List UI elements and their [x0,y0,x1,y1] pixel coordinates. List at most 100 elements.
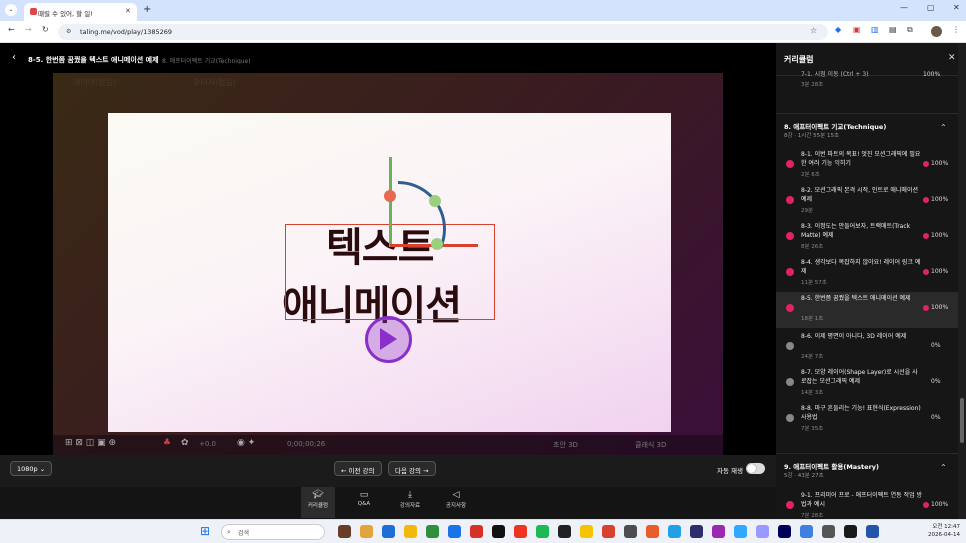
taskbar-app-icon[interactable] [690,525,703,538]
lesson-item[interactable]: 8-1. 이번 파트의 목표! 멋진 모션그래픽에 필요한 여러 기능 익히기 2… [776,148,958,184]
progress-dot [923,197,929,203]
lesson-item[interactable]: 8-2. 모션그래픽 본격 시작, 인트로 애니메이션 예제 29분 100% [776,184,958,220]
video-player[interactable]: 레이어(없음) 부터지(없음) ⊞ ⊠ ◫ ▣ ⊕ ♣ ✿ +0.0 ◉ ✦ 0… [0,73,776,455]
bookmark-star-icon[interactable]: ☆ [810,26,817,35]
taskbar-app-icon[interactable] [536,525,549,538]
quality-select[interactable]: 1080p ⌄ [10,461,53,476]
system-clock[interactable]: 오전 12:47 2026-04-14 [918,523,960,539]
extension-icon[interactable]: ▤ [889,25,897,34]
chevron-up-icon[interactable]: ⌃ [940,463,947,472]
taskbar-app-icon[interactable] [866,525,879,538]
taskbar-app-icon[interactable] [360,525,373,538]
gizmo-handle [429,195,441,207]
lesson-item[interactable]: 8-7. 모양 레이어(Shape Layer)로 시선을 사로잡는 모션그래픽… [776,366,958,402]
scrollbar-thumb[interactable] [960,398,964,443]
sidebar-scrollbar[interactable] [958,43,966,519]
section-meta: 5강 · 43분 27초 [784,473,824,479]
browser-tab[interactable]: 때릴 수 있어, 할 일! ✕ [24,3,137,21]
section-header[interactable]: 8. 애프터이펙트 기교(Technique) 8강 · 1시간 55분 15초… [776,113,958,143]
taskbar-app-icon[interactable] [668,525,681,538]
browser-menu-icon[interactable]: ⋮ [952,25,960,34]
taskbar-app-icon[interactable] [734,525,747,538]
taskbar-app-icon[interactable] [800,525,813,538]
new-tab-button[interactable]: + [143,4,151,15]
tab-search-icon[interactable]: ⌄ [5,4,17,16]
lesson-item[interactable]: 8-3. 이정도는 만들어보자, 트랙매트(Track Matte) 예제 8분 … [776,220,958,256]
lesson-duration: 11분 57초 [801,280,827,286]
prev-lecture-button[interactable]: ← 이전 강의 [334,461,382,476]
taskbar-app-icon[interactable] [756,525,769,538]
extension-icon[interactable]: ▣ [853,25,861,34]
graduation-cap-icon: 🎓︎ [312,490,324,500]
taskbar-app-icon[interactable] [426,525,439,538]
play-circle-icon [786,378,794,386]
tab-close-icon[interactable]: ✕ [125,7,131,15]
taskbar-app-icon[interactable] [338,525,351,538]
tab-curriculum[interactable]: 🎓︎ 커리큘럼 [301,487,335,518]
extension-icon[interactable]: ◆ [835,25,841,34]
taskbar-app-icon[interactable] [382,525,395,538]
taskbar-app-icon[interactable] [646,525,659,538]
lesson-duration: 18분 1초 [801,316,824,322]
lesson-item[interactable]: 8-5. 한번쯤 꿈꿨을 텍스트 애니메이션 예제 18분 1초 100% [776,292,958,328]
lesson-duration: 29분 [801,208,814,214]
lesson-progress: 100% [923,304,948,311]
taskbar-app-icon[interactable] [624,525,637,538]
taskbar-app-icon[interactable] [448,525,461,538]
maximize-button[interactable]: ▢ [927,3,935,12]
taskbar-app-icon[interactable] [580,525,593,538]
taskbar-app-icon[interactable] [602,525,615,538]
lesson-item[interactable]: 9-1. 프리미어 프로 - 애프터이펙트 연동 작업 방법과 예시 7분 28… [776,489,958,519]
taskbar-app-icon[interactable] [844,525,857,538]
taskbar-app-icon[interactable] [712,525,725,538]
lesson-item[interactable]: 8-4. 생각보다 복잡하지 않아요! 레이어 링크 예제 11분 57초 100% [776,256,958,292]
start-button[interactable]: ⊞ [200,524,210,538]
minimize-button[interactable]: — [900,3,908,12]
search-icon: ⌕ [227,528,231,536]
tab-label: 강의자료 [399,503,421,509]
ae-renderer: 초안 3D [553,441,578,449]
tab-qna[interactable]: ▭ Q&A [347,487,381,518]
taskbar-app-icon[interactable] [470,525,483,538]
autoplay-toggle[interactable] [746,463,765,474]
lesson-title: 8-1. 이번 파트의 목표! 멋진 모션그래픽에 필요한 여러 기능 익히기 [801,151,921,167]
taskbar-app-icon[interactable] [778,525,791,538]
lesson-item[interactable]: 8-8. 마구 흔들리는 기능! 표현식(Expression) 사용법 7분 3… [776,402,958,438]
lesson-progress: 0% [931,414,941,421]
extension-icon[interactable]: ▥ [871,25,879,34]
close-window-button[interactable]: ✕ [953,3,960,12]
tab-materials[interactable]: ⤓ 강의자료 [393,487,427,518]
section-header[interactable]: 9. 애프터이펙트 활용(Mastery) 5강 · 43분 27초 ⌃ [776,453,958,483]
taskbar-app-icon[interactable] [404,525,417,538]
tab-label: Q&A [357,501,371,507]
site-info-icon[interactable]: ⚙ [66,28,71,35]
back-icon[interactable]: ← [8,25,15,34]
search-placeholder: 검색 [238,530,250,537]
address-bar[interactable]: ⚙ taling.me/vod/play/1385269 ☆ [58,24,828,40]
sidebar-title: 커리큘럼 [784,55,814,64]
player-controls: 1080p ⌄ ← 이전 강의 다음 강의 → 자동 재생 [0,455,776,487]
lesson-item[interactable]: 8-6. 이제 평면이 아니다, 3D 레이어 예제 24분 7초 0% [776,330,958,366]
taskbar-app-icon[interactable] [822,525,835,538]
profile-avatar[interactable] [931,26,942,37]
progress-dot [923,502,929,508]
progress-dot [923,305,929,311]
ae-viewer-toolbar: ⊞ ⊠ ◫ ▣ ⊕ ♣ ✿ +0.0 ◉ ✦ 0;00;00;26 초안 3D … [53,435,723,455]
tab-notices[interactable]: ◁ 공지사항 [439,487,473,518]
taskbar-app-icon[interactable] [492,525,505,538]
chevron-up-icon[interactable]: ⌃ [940,123,947,132]
taskbar-search[interactable]: ⌕ 검색 [221,524,325,540]
taskbar-app-icon[interactable] [558,525,571,538]
back-arrow-icon[interactable]: ‹ [12,52,16,63]
next-lecture-button[interactable]: 다음 강의 → [388,461,436,476]
close-icon[interactable]: ✕ [948,53,956,63]
reload-icon[interactable]: ↻ [42,25,49,34]
progress-dot [923,161,929,167]
clock-date: 2026-04-14 [928,532,960,538]
lesson-item[interactable]: 7-1. 시점 이동 (Ctrl + 3) 3분 28초 100% [776,71,958,101]
taskbar-app-icon[interactable] [514,525,527,538]
favicon-icon [30,8,37,15]
forward-icon[interactable]: → [25,25,32,34]
ae-exposure-value: +0.0 [199,440,216,448]
extensions-puzzle-icon[interactable]: ⧉ [907,25,913,35]
